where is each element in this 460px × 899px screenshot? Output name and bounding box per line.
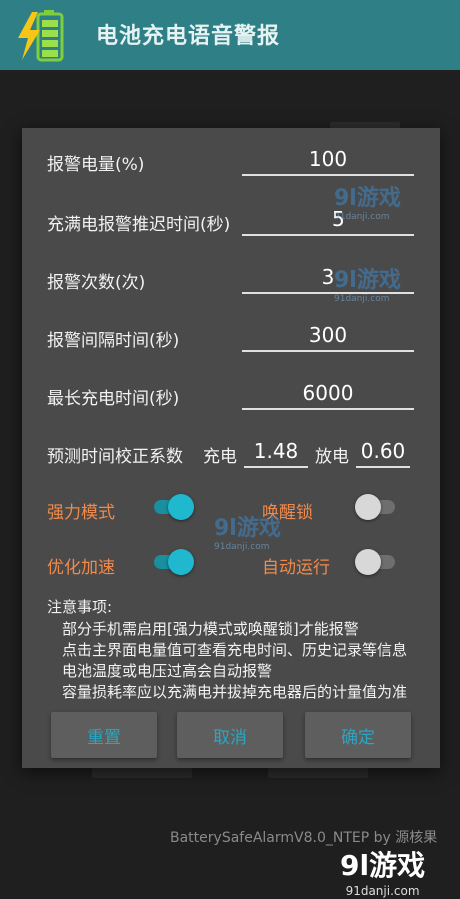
watermark-logo: 9l游戏 (340, 849, 426, 882)
strong-mode-label: 强力模式 (47, 503, 115, 523)
watermark-site: 91danji.com (334, 294, 390, 304)
watermark: 9l游戏 91danji.com (334, 262, 401, 304)
discharge-label: 放电 (315, 447, 349, 467)
watermark-logo: 9l游戏 (334, 268, 401, 293)
alarm-count-label: 报警次数(次) (47, 273, 146, 293)
note-line: 电池温度或电压过高会自动报警 (62, 662, 273, 680)
alarm-level-label: 报警电量(%) (47, 155, 145, 175)
max-charge-time-input[interactable]: 6000 (242, 378, 414, 410)
correction-label: 预测时间校正系数 (47, 447, 183, 467)
watermark-logo: 9l游戏 (214, 516, 281, 541)
wake-lock-switch[interactable] (355, 492, 399, 522)
switch-thumb (355, 494, 381, 520)
strong-mode-switch[interactable] (150, 492, 194, 522)
alarm-interval-label: 报警间隔时间(秒) (47, 331, 180, 351)
watermark-site: 91danji.com (345, 884, 420, 898)
switch-thumb (355, 549, 381, 575)
switch-thumb (168, 494, 194, 520)
note-line: 部分手机需启用[强力模式或唤醒锁]才能报警 (62, 620, 359, 638)
full-delay-label: 充满电报警推迟时间(秒) (47, 215, 231, 235)
watermark-logo: 9l游戏 (334, 186, 401, 211)
optimize-label: 优化加速 (47, 558, 115, 578)
reset-button[interactable]: 重置 (51, 712, 157, 758)
watermark-site: 91danji.com (334, 212, 390, 222)
notes-title: 注意事项: (47, 598, 113, 616)
cancel-button[interactable]: 取消 (177, 712, 283, 758)
auto-run-switch[interactable] (355, 547, 399, 577)
note-line: 点击主界面电量值可查看充电时间、历史记录等信息 (62, 641, 408, 659)
auto-run-label: 自动运行 (262, 558, 330, 578)
settings-dialog: 报警电量(%) 100 充满电报警推迟时间(秒) 5 报警次数(次) 3 报警间… (22, 128, 440, 768)
ok-button[interactable]: 确定 (305, 712, 411, 758)
battery-charging-icon (14, 8, 78, 64)
watermark-site: 91danji.com (214, 542, 270, 552)
watermark: 9l游戏 91danji.com (214, 510, 281, 552)
alarm-interval-input[interactable]: 300 (242, 320, 414, 352)
optimize-switch[interactable] (150, 547, 194, 577)
charge-coef-input[interactable]: 1.48 (244, 436, 308, 468)
watermark-corner: 9l游戏 91danji.com (340, 844, 425, 898)
discharge-coef-input[interactable]: 0.60 (356, 436, 410, 468)
max-charge-time-label: 最长充电时间(秒) (47, 389, 180, 409)
watermark: 9l游戏 91danji.com (334, 180, 401, 222)
app-bar: 电池充电语音警报 (0, 0, 460, 70)
switch-thumb (168, 549, 194, 575)
alarm-level-input[interactable]: 100 (242, 144, 414, 176)
charge-label: 充电 (203, 447, 237, 467)
app-title: 电池充电语音警报 (96, 24, 281, 49)
note-line: 容量损耗率应以充满电并拔掉充电器后的计量值为准 (62, 683, 408, 701)
